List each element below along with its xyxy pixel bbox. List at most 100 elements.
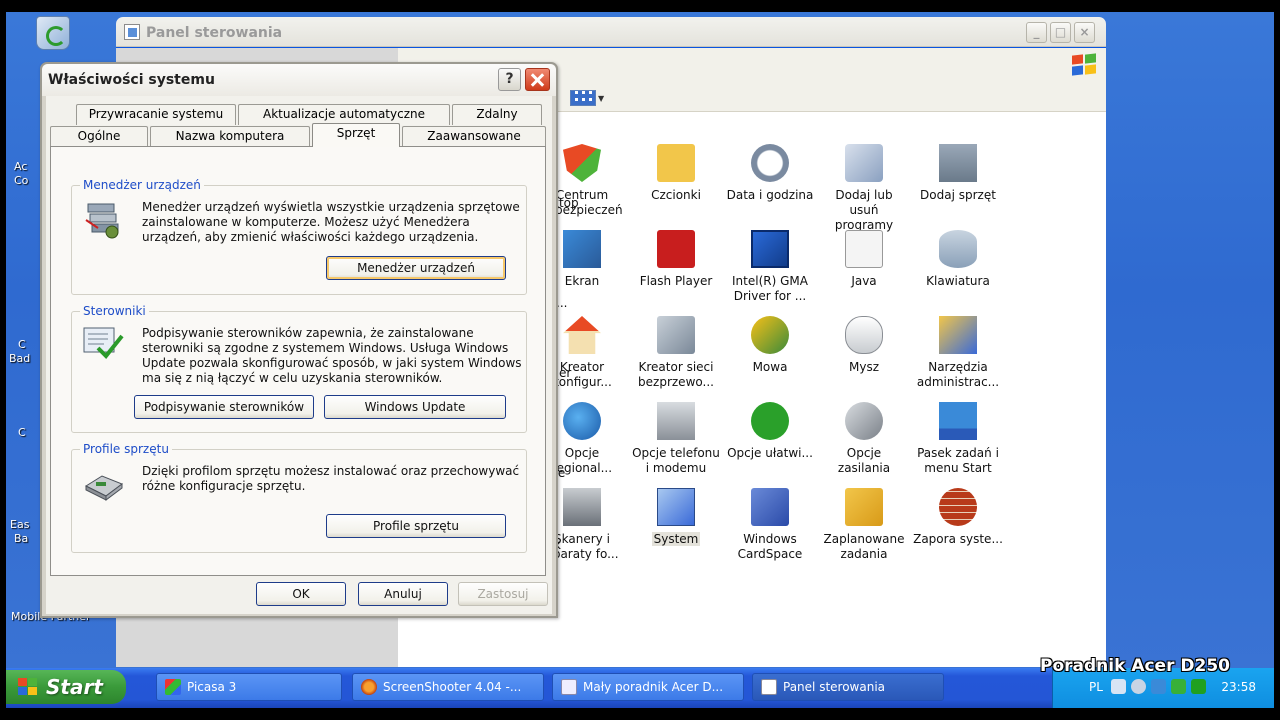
- control-panel-item[interactable]: Mowa: [725, 316, 815, 375]
- tab-automatic-updates[interactable]: Aktualizacje automatyczne: [238, 104, 450, 125]
- network-wizard-icon: [563, 316, 601, 354]
- control-panel-item[interactable]: Zaplanowane zadania: [819, 488, 909, 562]
- system-icon: [657, 488, 695, 526]
- document-icon: [561, 679, 577, 695]
- control-panel-item[interactable]: Opcje ułatwi...: [725, 402, 815, 461]
- start-button[interactable]: Start: [6, 670, 126, 704]
- desktop-label[interactable]: Ba: [14, 532, 28, 545]
- control-panel-item[interactable]: Dodaj lub usuń programy: [819, 144, 909, 233]
- control-panel-item[interactable]: Java: [819, 230, 909, 289]
- windows-logo-icon: [1070, 52, 1098, 76]
- security-icon[interactable]: [1171, 679, 1186, 694]
- start-label: Start: [46, 675, 103, 699]
- dialog-close-button[interactable]: [525, 68, 550, 91]
- desktop: Ac Co C Bad C Eas Ba Mobile Partner Pane…: [6, 12, 1274, 708]
- tab-computer-name[interactable]: Nazwa komputera: [150, 126, 310, 147]
- scanner-icon: [563, 488, 601, 526]
- desktop-label[interactable]: Ac: [14, 160, 27, 173]
- recycle-bin-icon[interactable]: [36, 16, 70, 50]
- windows-update-button[interactable]: Windows Update: [324, 395, 506, 419]
- desktop-label[interactable]: C: [18, 426, 26, 439]
- hardware-profiles-button[interactable]: Profile sprzętu: [326, 514, 506, 538]
- control-panel-item[interactable]: Dodaj sprzęt: [913, 144, 1003, 203]
- control-panel-item[interactable]: Kreator sieci bezprzewo...: [631, 316, 721, 390]
- flash-icon: [657, 230, 695, 268]
- battery-icon[interactable]: [1191, 679, 1206, 694]
- control-panel-item[interactable]: Opcje zasilania: [819, 402, 909, 476]
- power-icon: [845, 402, 883, 440]
- task-label: ScreenShooter 4.04 -...: [383, 680, 522, 694]
- icons-view-icon: [570, 90, 596, 106]
- wireless-icon[interactable]: [1151, 679, 1166, 694]
- control-panel-titlebar[interactable]: Panel sterowania _ □ ×: [116, 17, 1106, 47]
- tab-remote[interactable]: Zdalny: [452, 104, 542, 125]
- control-panel-item[interactable]: Czcionki: [631, 144, 721, 203]
- control-panel-item-label: Pasek zadań i menu Start: [917, 446, 999, 475]
- minimize-button[interactable]: _: [1026, 22, 1047, 43]
- control-panel-item[interactable]: Mysz: [819, 316, 909, 375]
- control-panel-item[interactable]: Klawiatura: [913, 230, 1003, 289]
- control-panel-item-label: Czcionki: [651, 188, 701, 202]
- ok-button[interactable]: OK: [256, 582, 346, 606]
- desktop-label[interactable]: C: [18, 338, 26, 351]
- add-remove-programs-icon: [845, 144, 883, 182]
- taskbar-icon: [939, 402, 977, 440]
- task-poradnik[interactable]: Mały poradnik Acer D...: [552, 673, 744, 701]
- task-control-panel[interactable]: Panel sterowania: [752, 673, 944, 701]
- drivers-description: Podpisywanie sterowników zapewnia, że za…: [142, 326, 522, 385]
- device-manager-button[interactable]: Menedżer urządzeń: [326, 256, 506, 280]
- clock[interactable]: 23:58: [1221, 680, 1256, 694]
- add-hardware-icon: [939, 144, 977, 182]
- java-icon: [845, 230, 883, 268]
- device-manager-description: Menedżer urządzeń wyświetla wszystkie ur…: [142, 200, 520, 244]
- device-manager-group-title: Menedżer urządzeń: [80, 178, 204, 192]
- control-panel-item-label: Kreator sieci bezprzewo...: [638, 360, 714, 389]
- task-picasa[interactable]: Picasa 3: [156, 673, 342, 701]
- accessibility-icon: [751, 402, 789, 440]
- cancel-button[interactable]: Anuluj: [358, 582, 448, 606]
- tab-advanced[interactable]: Zaawansowane: [402, 126, 546, 147]
- control-panel-item[interactable]: Windows CardSpace: [725, 488, 815, 562]
- tab-hardware[interactable]: Sprzęt: [312, 123, 400, 147]
- control-panel-item[interactable]: Flash Player: [631, 230, 721, 289]
- task-label: Mały poradnik Acer D...: [583, 680, 724, 694]
- desktop-label[interactable]: Co: [14, 174, 28, 187]
- task-screenshooter[interactable]: ScreenShooter 4.04 -...: [352, 673, 544, 701]
- control-panel-item-label: Dodaj sprzęt: [920, 188, 996, 202]
- tab-system-restore[interactable]: Przywracanie systemu: [76, 104, 236, 125]
- admin-tools-icon: [939, 316, 977, 354]
- scheduled-tasks-icon: [845, 488, 883, 526]
- desktop-label[interactable]: Bad: [9, 352, 30, 365]
- apply-button[interactable]: Zastosuj: [458, 582, 548, 606]
- control-panel-item[interactable]: Intel(R) GMA Driver for ...: [725, 230, 815, 304]
- hardware-profiles-description: Dzięki profilom sprzętu możesz instalowa…: [142, 464, 520, 493]
- desktop-label[interactable]: Eas: [10, 518, 29, 531]
- network-icon[interactable]: [1111, 679, 1126, 694]
- view-mode-button[interactable]: ▼: [568, 88, 604, 108]
- control-panel-item[interactable]: Narzędzia administrac...: [913, 316, 1003, 390]
- control-panel-item-label: Opcje telefonu i modemu: [632, 446, 720, 475]
- control-panel-item[interactable]: System: [631, 488, 721, 547]
- control-panel-item[interactable]: Data i godzina: [725, 144, 815, 203]
- task-label: Picasa 3: [187, 680, 237, 694]
- language-indicator[interactable]: PL: [1089, 680, 1103, 694]
- control-panel-icon: [124, 24, 140, 40]
- control-panel-item[interactable]: Opcje telefonu i modemu: [631, 402, 721, 476]
- help-button[interactable]: ?: [498, 68, 521, 91]
- control-panel-item[interactable]: Zapora syste...: [913, 488, 1003, 547]
- control-panel-item-label: Opcje ułatwi...: [727, 446, 813, 460]
- display-icon: [563, 230, 601, 268]
- driver-signing-button[interactable]: Podpisywanie sterowników: [134, 395, 314, 419]
- system-properties-dialog: Właściwości systemu ? Przywracanie syste…: [40, 62, 558, 618]
- tab-general[interactable]: Ogólne: [50, 126, 148, 147]
- shield-icon: [563, 144, 601, 182]
- dialog-titlebar[interactable]: Właściwości systemu ?: [42, 64, 556, 96]
- chevron-down-icon: ▼: [598, 94, 605, 103]
- close-button[interactable]: ×: [1074, 22, 1095, 43]
- watermark: Poradnik Acer D250: [1040, 656, 1230, 676]
- control-panel-item-label: Java: [851, 274, 877, 288]
- volume-icon[interactable]: [1131, 679, 1146, 694]
- maximize-button[interactable]: □: [1050, 22, 1071, 43]
- control-panel-item-label: Mowa: [752, 360, 788, 374]
- control-panel-item[interactable]: Pasek zadań i menu Start: [913, 402, 1003, 476]
